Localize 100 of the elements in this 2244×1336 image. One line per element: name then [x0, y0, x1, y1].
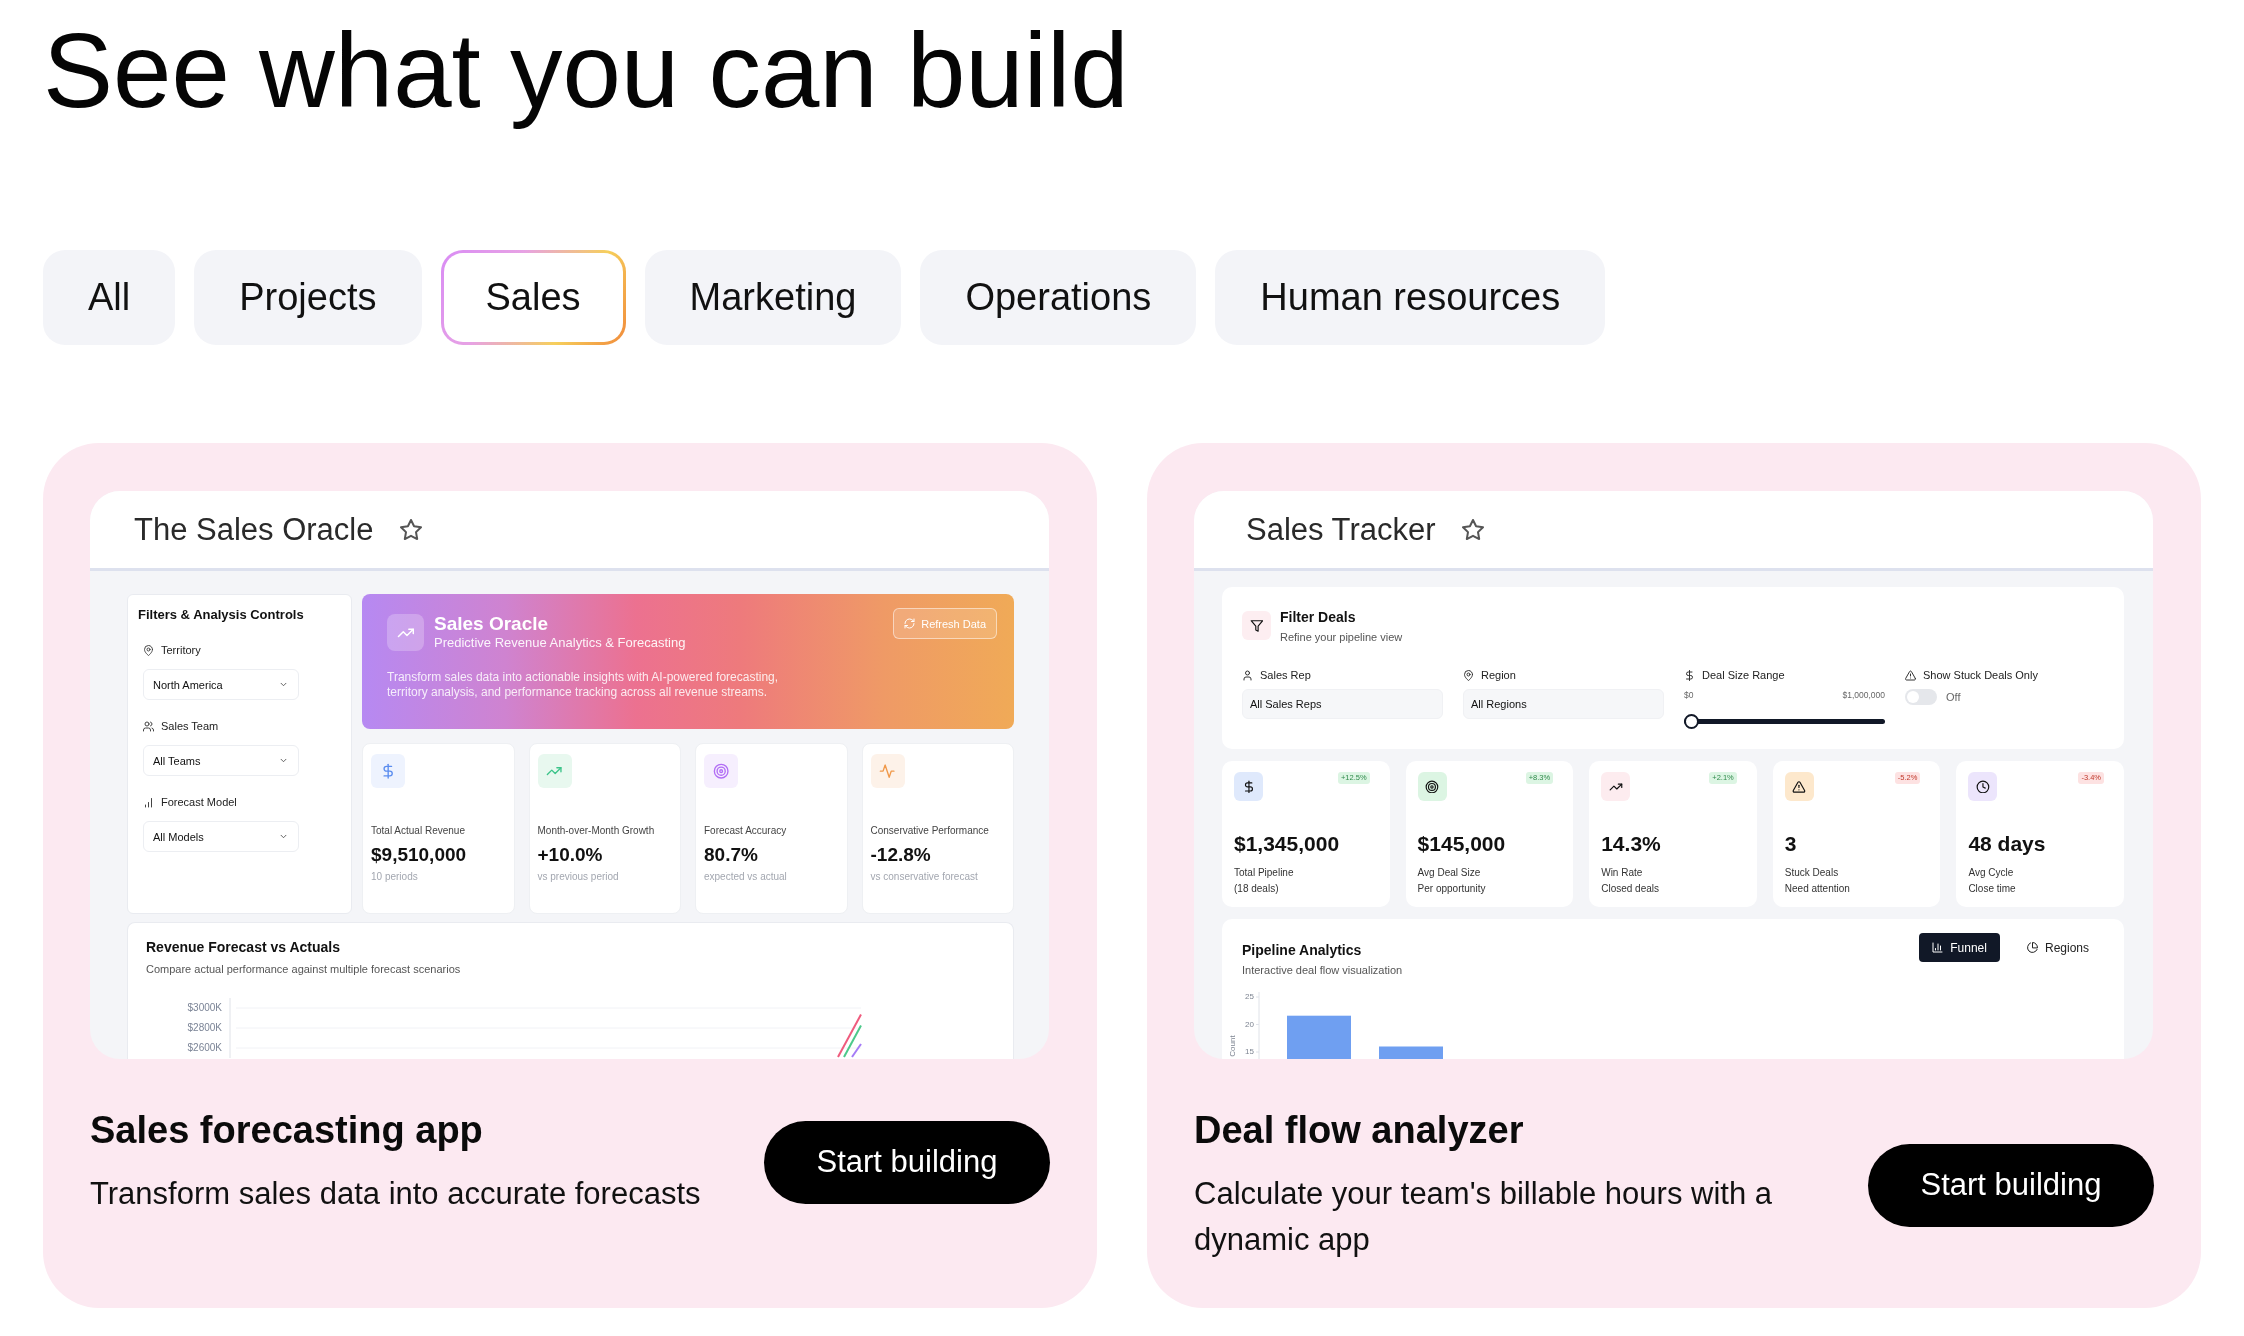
metric-label: Total Pipeline [1234, 866, 1295, 880]
stat-label: Conservative Performance [870, 824, 990, 837]
chevron-down-icon [279, 832, 288, 841]
trend-up-icon [1601, 772, 1631, 801]
metric-note: Per opportunity [1417, 882, 1487, 896]
pie-chart-icon [2026, 942, 2038, 953]
select-field[interactable]: All Teams [143, 745, 299, 776]
chart-title: Revenue Forecast vs Actuals [146, 938, 341, 956]
clock-icon [1968, 772, 1998, 801]
refresh-icon [904, 618, 916, 629]
select-field[interactable]: All Models [143, 821, 299, 852]
panel-title: Filter Deals [1280, 608, 1357, 626]
template-description: Transform sales data into accurate forecasts [90, 1175, 702, 1213]
chevron-down-icon [279, 680, 288, 689]
filter-icon [1242, 611, 1271, 640]
slider-thumb[interactable] [1684, 714, 1699, 729]
stat-note: expected vs actual [704, 870, 788, 883]
template-description: Calculate your team's billable hours with a dynamic app [1194, 1175, 1773, 1259]
toggle-label: Off [1946, 690, 1961, 704]
axis-label: 20 [1245, 1019, 1254, 1029]
field-label: Territory [161, 643, 201, 658]
stat-value: +10.0% [537, 843, 604, 866]
target-icon [1417, 772, 1447, 801]
metric-note: Need attention [1784, 882, 1851, 896]
metric-value: 14.3% [1601, 831, 1662, 857]
dollar-icon [1684, 669, 1695, 681]
stat-label: Forecast Accuracy [704, 824, 788, 837]
range-min-label: $0 [1684, 690, 1694, 701]
chevron-down-icon [279, 756, 288, 765]
template-title: Sales forecasting app [90, 1108, 484, 1153]
axis-label: 15 [1245, 1047, 1254, 1057]
stat-value: 80.7% [704, 843, 759, 866]
stat-value: $9,510,000 [371, 843, 468, 866]
axis-label: $2600K [187, 1041, 222, 1053]
stat-note: vs conservative forecast [870, 870, 979, 883]
target-icon [704, 754, 738, 788]
metric-label: Avg Cycle [1968, 866, 2015, 880]
template-title: Deal flow analyzer [1194, 1108, 1525, 1153]
app-title: Sales Tracker [1246, 511, 1436, 548]
field-label: Sales Team [161, 719, 219, 734]
chart-subtitle: Compare actual performance against multiple forecast scenarios [146, 962, 462, 977]
category-tab[interactable]: Marketing [644, 250, 902, 345]
warning-icon [1784, 772, 1814, 801]
field-label: Region [1481, 668, 1516, 682]
panel-subtitle: Refine your pipeline view [1280, 630, 1403, 644]
dollar-icon [371, 754, 405, 788]
view-toggle-button[interactable]: Funnel [1919, 933, 2000, 962]
banner-subtitle: Predictive Revenue Analytics & Forecasting [434, 635, 686, 651]
warning-icon [1905, 669, 1916, 681]
stat-note: vs previous period [537, 870, 620, 883]
category-tab[interactable]: Operations [920, 250, 1197, 345]
select-field[interactable]: North America [143, 669, 299, 700]
axis-title: Count [1228, 1035, 1238, 1057]
pin-icon [143, 644, 154, 656]
metric-label: Win Rate [1601, 866, 1644, 880]
stat-value: -12.8% [870, 843, 932, 866]
metric-value: $145,000 [1417, 831, 1507, 857]
bar-chart-icon [1932, 942, 1944, 953]
category-tab[interactable]: Projects [194, 250, 422, 345]
toggle-switch[interactable] [1905, 689, 1937, 705]
app-title: The Sales Oracle [134, 511, 374, 548]
field-label: Sales Rep [1260, 668, 1311, 682]
stat-note: 10 periods [371, 870, 419, 883]
select-field[interactable]: All Regions [1463, 689, 1664, 719]
stat-label: Month-over-Month Growth [537, 824, 656, 837]
start-button[interactable]: Start building [764, 1120, 1050, 1204]
chart-subtitle: Interactive deal flow visualization [1242, 963, 1403, 977]
bar-chart-icon [143, 796, 154, 808]
banner-title: Sales Oracle [434, 613, 550, 635]
metric-value: 48 days [1968, 831, 2047, 857]
chart-title: Pipeline Analytics [1242, 941, 1363, 959]
banner-description: Transform sales data into actionable insights with AI-powered forecasting, territory analysis, and performance tracking across all revenue streams. [387, 670, 780, 700]
axis-label: 25 [1245, 992, 1254, 1002]
metric-note: Close time [1968, 882, 2017, 896]
dollar-icon [1234, 772, 1263, 801]
pulse-icon [870, 754, 905, 788]
metric-label: Stuck Deals [1784, 866, 1840, 880]
axis-label: $3000K [187, 1001, 222, 1013]
trend-up-icon [537, 754, 572, 788]
metric-label: Avg Deal Size [1417, 866, 1482, 880]
category-tab[interactable]: All [43, 250, 176, 345]
metric-note: (18 deals) [1234, 882, 1280, 896]
range-max-label: $1,000,000 [1842, 690, 1885, 701]
person-icon [1242, 669, 1253, 681]
select-field[interactable]: All Sales Reps [1242, 689, 1443, 719]
category-tab[interactable]: Human resources [1215, 250, 1606, 345]
stat-label: Total Actual Revenue [371, 824, 466, 837]
panel-title: Filters & Analysis Controls [138, 606, 305, 624]
metric-value: $1,345,000 [1234, 831, 1341, 857]
metric-value: 3 [1784, 831, 1798, 857]
metric-note: Closed deals [1601, 882, 1660, 896]
view-toggle-button[interactable]: Regions [2013, 933, 2102, 962]
page-heading: See what you can build [43, 11, 1129, 131]
star-icon[interactable] [1461, 518, 1484, 541]
axis-label: $2800K [187, 1021, 222, 1033]
field-label: Forecast Model [161, 795, 237, 810]
pin-icon [1463, 669, 1474, 681]
star-icon[interactable] [399, 518, 422, 541]
people-icon [143, 720, 154, 732]
start-button[interactable]: Start building [1868, 1143, 2154, 1227]
